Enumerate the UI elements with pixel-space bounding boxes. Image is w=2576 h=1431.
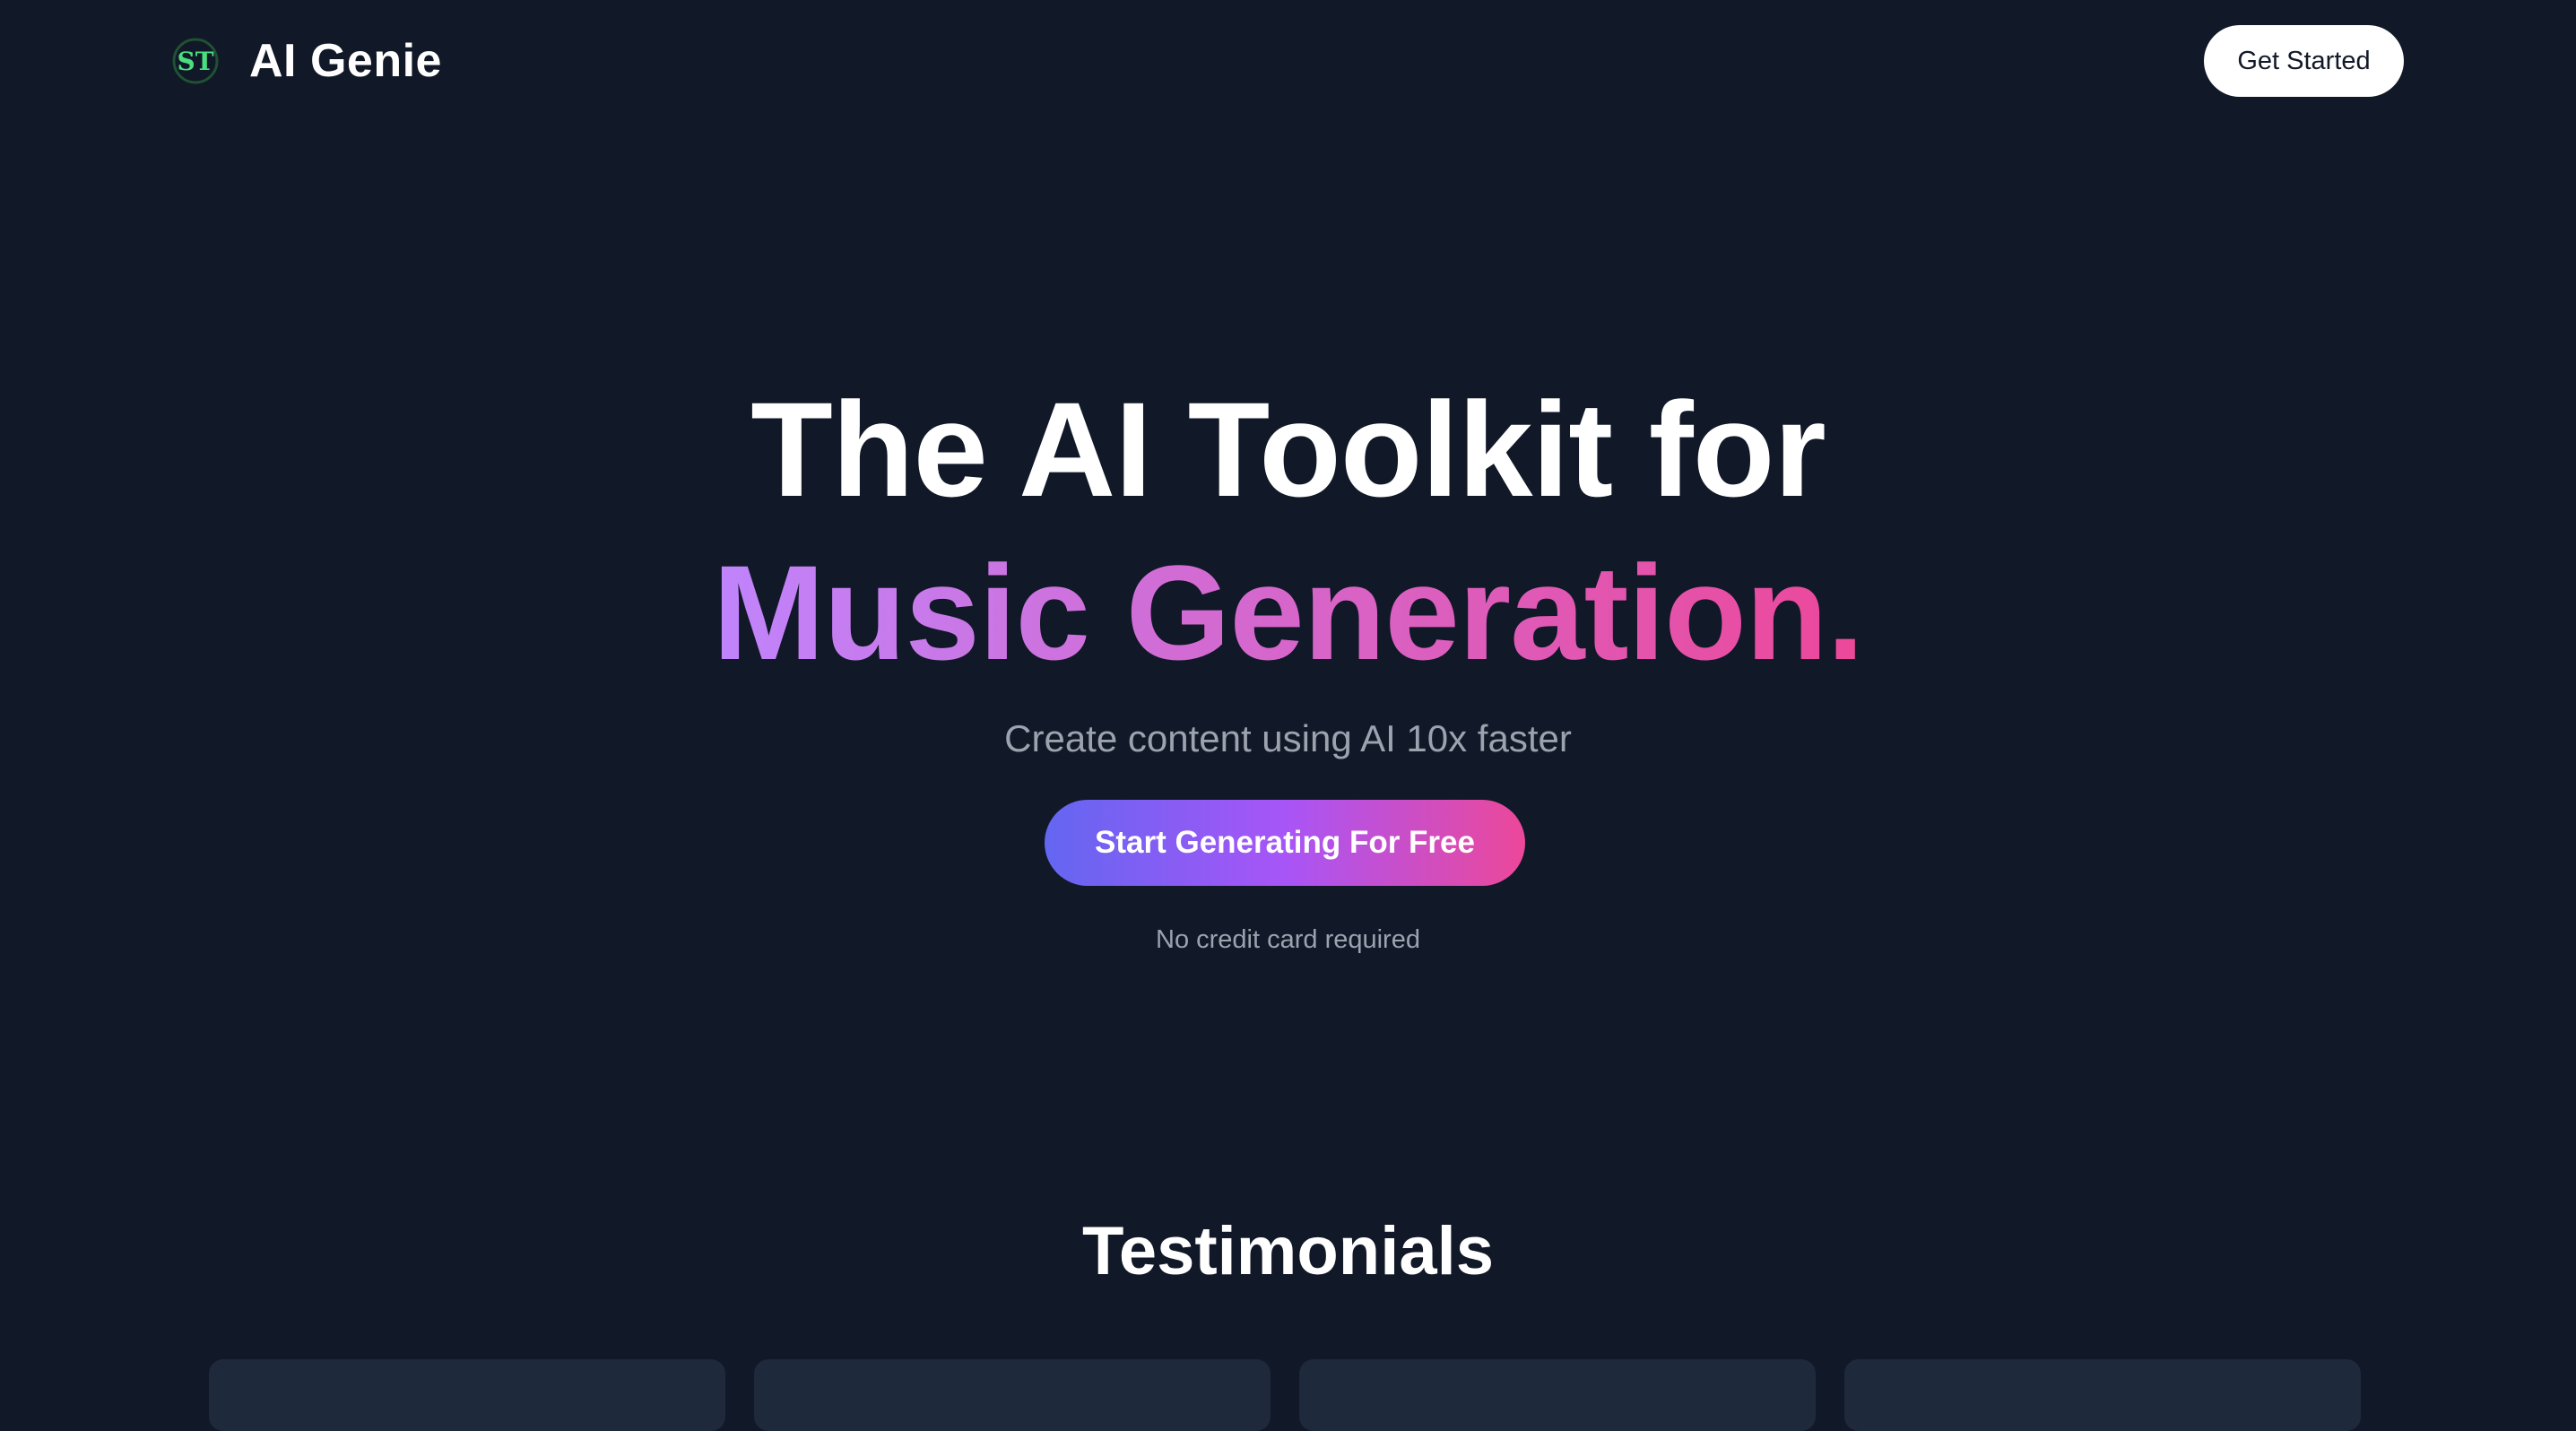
no-credit-card-note: No credit card required bbox=[1156, 925, 1420, 954]
get-started-button[interactable]: Get Started bbox=[2204, 25, 2404, 97]
testimonial-card bbox=[1844, 1359, 2361, 1431]
start-generating-button[interactable]: Start Generating For Free bbox=[1045, 800, 1525, 886]
hero-title-line1: The AI Toolkit for bbox=[750, 374, 1826, 525]
hero-title-line2: Music Generation. bbox=[0, 536, 2576, 689]
navbar: ST AI Genie Get Started bbox=[0, 0, 2576, 122]
testimonial-card bbox=[1299, 1359, 1816, 1431]
brand-name: AI Genie bbox=[249, 35, 442, 87]
testimonial-cards bbox=[209, 1359, 2363, 1431]
testimonial-card bbox=[209, 1359, 725, 1431]
testimonial-card bbox=[754, 1359, 1271, 1431]
logo-text: ST bbox=[177, 47, 213, 76]
logo-icon: ST bbox=[170, 36, 221, 86]
testimonials-heading: Testimonials bbox=[1082, 1213, 1494, 1289]
hero-title-gradient-text: Music Generation. bbox=[712, 537, 1864, 688]
brand-home-link[interactable]: ST AI Genie bbox=[170, 27, 442, 95]
hero-subtitle: Create content using AI 10x faster bbox=[1004, 717, 1572, 759]
